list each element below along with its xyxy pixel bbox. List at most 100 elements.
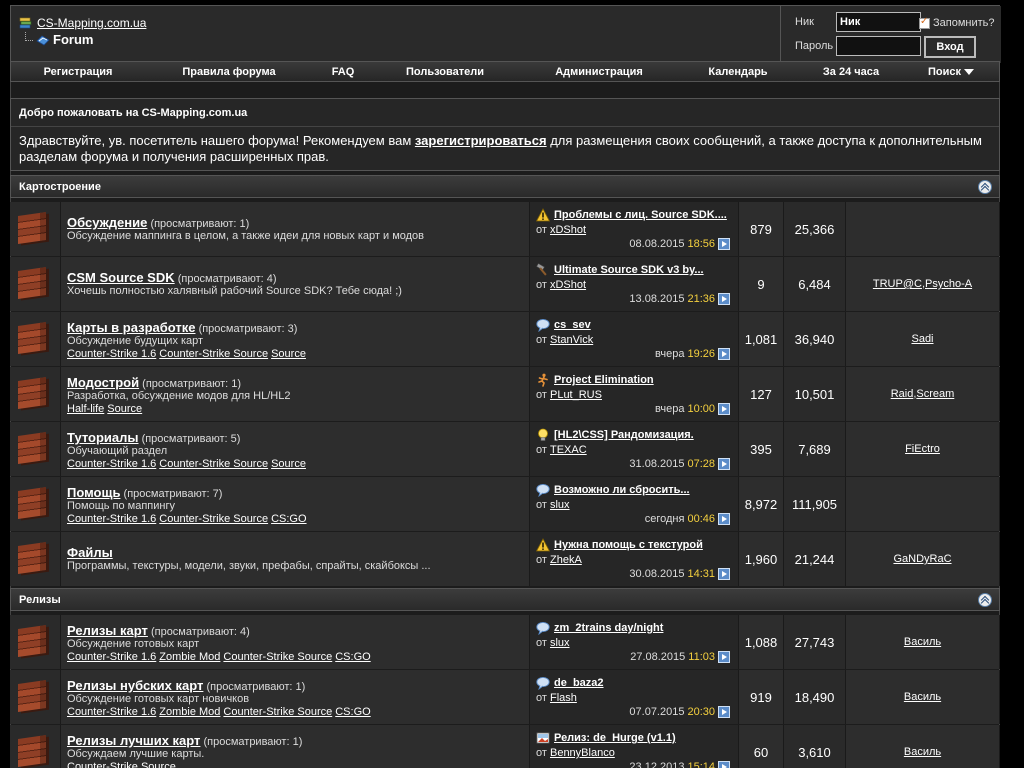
last-post-user-link[interactable]: slux bbox=[550, 637, 570, 649]
subforum-link[interactable]: CS:GO bbox=[271, 513, 306, 525]
collapse-icon[interactable] bbox=[978, 593, 992, 607]
subforum-link[interactable]: Counter-Strike 1.6 bbox=[67, 348, 156, 360]
subforum-link[interactable]: Source bbox=[271, 458, 306, 470]
subforum-link[interactable]: Source bbox=[107, 403, 142, 415]
last-post-thread-link[interactable]: Проблемы с лиц. Source SDK.... bbox=[554, 209, 727, 221]
last-post-user-link[interactable]: Flash bbox=[550, 692, 577, 704]
moderator-link[interactable]: FiEctro bbox=[905, 443, 940, 455]
subforum-link[interactable]: Counter-Strike 1.6 bbox=[67, 513, 156, 525]
last-post-thread-link[interactable]: Project Elimination bbox=[554, 374, 654, 386]
nav-register[interactable]: Регистрация bbox=[44, 66, 113, 78]
forum-name-link[interactable]: Обсуждение bbox=[67, 215, 147, 230]
forum-name-link[interactable]: Релизы карт bbox=[67, 623, 148, 638]
site-home-link[interactable]: CS-Mapping.com.ua bbox=[37, 16, 146, 30]
last-post-thread-link[interactable]: Нужна помощь с текстурой bbox=[554, 539, 703, 551]
last-post-thread-link[interactable]: [HL2\CSS] Рандомизация. bbox=[554, 429, 694, 441]
moderator-link[interactable]: GaNDyRaC bbox=[893, 553, 951, 565]
subforum-link[interactable]: Counter-Strike Source bbox=[223, 706, 332, 718]
subforum-link[interactable]: Zombie Mod bbox=[159, 706, 220, 718]
last-post-user-link[interactable]: ZhekA bbox=[550, 554, 582, 566]
forum-name-link[interactable]: CSM Source SDK bbox=[67, 270, 175, 285]
last-post-thread-link[interactable]: de_baza2 bbox=[554, 677, 604, 689]
goto-last-post-icon[interactable] bbox=[718, 238, 730, 250]
subforum-link[interactable]: Counter-Strike 1.6 bbox=[67, 458, 156, 470]
nick-input[interactable] bbox=[836, 12, 921, 32]
goto-last-post-icon[interactable] bbox=[718, 458, 730, 470]
goto-last-post-icon[interactable] bbox=[718, 706, 730, 718]
forum-info-cell: Помощь (просматривают: 7) Помощь по мапп… bbox=[61, 477, 530, 531]
subforum-link[interactable]: CS:GO bbox=[335, 651, 370, 663]
forum-name-link[interactable]: Релизы нубских карт bbox=[67, 678, 203, 693]
last-post-user-link[interactable]: StanVick bbox=[550, 334, 593, 346]
moderator-link[interactable]: Василь bbox=[904, 636, 941, 648]
moderator-link[interactable]: Василь bbox=[904, 691, 941, 703]
last-post-thread-link[interactable]: Возможно ли сбросить... bbox=[554, 484, 690, 496]
subforum-link[interactable]: Counter-Strike Source bbox=[159, 513, 268, 525]
goto-last-post-icon[interactable] bbox=[718, 403, 730, 415]
last-post-by-prefix: от bbox=[536, 747, 547, 759]
subforum-link[interactable]: Counter-Strike 1.6 bbox=[67, 706, 156, 718]
moderator-link[interactable]: Василь bbox=[904, 746, 941, 758]
nav-calendar[interactable]: Календарь bbox=[708, 66, 767, 78]
last-post-user-link[interactable]: xDShot bbox=[550, 224, 586, 236]
remember-me[interactable]: Запомнить? bbox=[919, 16, 995, 29]
forum-name-link[interactable]: Туториалы bbox=[67, 430, 139, 445]
subforum-link[interactable]: Counter-Strike 1.6 bbox=[67, 651, 156, 663]
nav-faq[interactable]: FAQ bbox=[332, 66, 355, 78]
nav-last24[interactable]: За 24 часа bbox=[823, 66, 879, 78]
remember-checkbox[interactable] bbox=[919, 16, 930, 29]
goto-last-post-icon[interactable] bbox=[718, 513, 730, 525]
password-input[interactable] bbox=[836, 36, 921, 56]
last-post-thread-link[interactable]: zm_2trains day/night bbox=[554, 622, 663, 634]
subforum-link[interactable]: CS:GO bbox=[335, 706, 370, 718]
last-post-time: 19:26 bbox=[687, 348, 715, 360]
goto-last-post-icon[interactable] bbox=[718, 348, 730, 360]
nav-users[interactable]: Пользователи bbox=[406, 66, 484, 78]
last-post-thread-link[interactable]: Ultimate Source SDK v3 by... bbox=[554, 264, 704, 276]
subforum-link[interactable]: Half-life bbox=[67, 403, 104, 415]
forum-name-link[interactable]: Карты в разработке bbox=[67, 320, 196, 335]
goto-last-post-icon[interactable] bbox=[718, 293, 730, 305]
last-post-thread-link[interactable]: cs_sev bbox=[554, 319, 591, 331]
last-post-time: 10:00 bbox=[687, 403, 715, 415]
subforum-link[interactable]: Zombie Mod bbox=[159, 651, 220, 663]
subforum-link[interactable]: Counter-Strike Source bbox=[159, 458, 268, 470]
last-post-user-link[interactable]: TEXAC bbox=[550, 444, 587, 456]
forum-name-link[interactable]: Релизы лучших карт bbox=[67, 733, 200, 748]
last-post-date: 07.07.2015 bbox=[629, 706, 685, 718]
last-post-cell: cs_sev от StanVick вчера 19:26 bbox=[530, 312, 739, 366]
forum-name-link[interactable]: Помощь bbox=[67, 485, 120, 500]
nav-rules[interactable]: Правила форума bbox=[182, 66, 275, 78]
moderator-link[interactable]: TRUP@C bbox=[873, 278, 922, 290]
last-post-user-link[interactable]: PLut_RUS bbox=[550, 389, 602, 401]
moderator-link[interactable]: Psycho-A bbox=[925, 278, 972, 290]
forum-description: Обсуждение маппинга в целом, а также иде… bbox=[67, 230, 425, 242]
subforum-link[interactable]: Counter-Strike Source bbox=[223, 651, 332, 663]
last-post-date: вчера bbox=[655, 403, 685, 415]
forum-row: Помощь (просматривают: 7) Помощь по мапп… bbox=[10, 477, 1000, 532]
collapse-icon[interactable] bbox=[978, 180, 992, 194]
forum-description: Программы, текстуры, модели, звуки, преф… bbox=[67, 560, 431, 572]
last-post-thread-link[interactable]: Релиз: de_Hurge (v1.1) bbox=[554, 732, 676, 744]
moderator-link[interactable]: Scream bbox=[916, 388, 954, 400]
last-post-user-link[interactable]: xDShot bbox=[550, 279, 586, 291]
goto-last-post-icon[interactable] bbox=[718, 568, 730, 580]
moderator-link[interactable]: Sadi bbox=[911, 333, 933, 345]
last-post-user-link[interactable]: slux bbox=[550, 499, 570, 511]
subforum-link[interactable]: Counter-Strike Source bbox=[67, 761, 176, 768]
nav-admins[interactable]: Администрация bbox=[555, 66, 643, 78]
forum-name-link[interactable]: Файлы bbox=[67, 545, 113, 560]
goto-last-post-icon[interactable] bbox=[718, 651, 730, 663]
login-button[interactable]: Вход bbox=[924, 36, 976, 58]
nav-search[interactable]: Поиск bbox=[928, 66, 975, 78]
last-post-time: 11:03 bbox=[688, 651, 715, 663]
goto-last-post-icon[interactable] bbox=[718, 761, 730, 768]
subforum-link[interactable]: Counter-Strike Source bbox=[159, 348, 268, 360]
moderator-link[interactable]: Raid bbox=[891, 388, 914, 400]
register-link[interactable]: зарегистрироваться bbox=[415, 133, 547, 148]
forum-name-link[interactable]: Модострой bbox=[67, 375, 139, 390]
subforum-link[interactable]: Source bbox=[271, 348, 306, 360]
moderators-cell: Василь bbox=[846, 615, 1000, 669]
forum-description: Обсуждение готовых карт bbox=[67, 638, 200, 650]
last-post-user-link[interactable]: BennyBlanco bbox=[550, 747, 615, 759]
